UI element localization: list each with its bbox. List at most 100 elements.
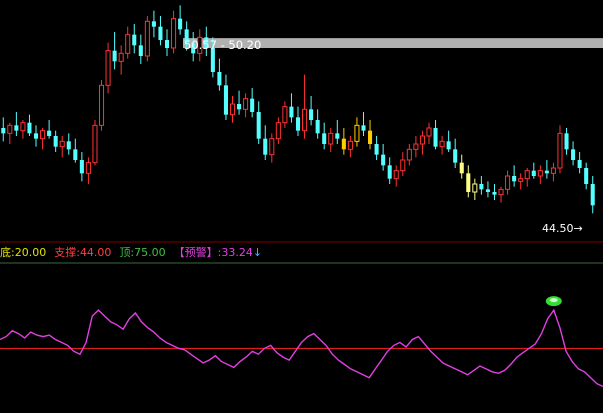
candle-body <box>217 72 222 86</box>
candle-body <box>335 133 340 139</box>
candle-body <box>53 136 58 147</box>
candle-body <box>400 159 406 172</box>
candle-body <box>295 117 301 131</box>
candle-body <box>105 50 111 86</box>
legend-bottom: 底: 20.00 <box>0 245 46 260</box>
legend-support-value: 44.00 <box>79 246 112 259</box>
candle-body <box>1 128 6 134</box>
chart-background <box>0 0 603 413</box>
candle-body <box>178 18 183 30</box>
candle-body <box>413 143 419 150</box>
candle-body <box>419 135 425 145</box>
legend-warning-value: 33.24 <box>221 246 253 259</box>
candle-body <box>387 165 392 179</box>
legend-top-value: 75.00 <box>134 246 166 259</box>
indicator-legend-bar: 底: 20.00 支撑: 44.00 顶: 75.00 【预警】: 33.24 ↓ <box>0 245 262 260</box>
candle-body <box>14 125 19 131</box>
candle-body <box>550 167 556 174</box>
candle-body <box>27 122 32 134</box>
candle-body <box>151 21 156 27</box>
candle-body <box>485 189 490 192</box>
candle-body <box>98 84 105 126</box>
candle-body <box>275 122 281 140</box>
candle-body <box>518 178 524 182</box>
chart-stage: 50.57 - 50.20 44.50→ 底: 20.00 支撑: 44.00 顶:… <box>0 0 603 413</box>
candle-body <box>584 168 589 184</box>
candle-body <box>315 120 320 134</box>
candle-body <box>498 188 504 196</box>
candle-body <box>92 124 98 164</box>
candle-body <box>132 34 137 46</box>
candle-body <box>33 133 39 139</box>
last-price-arrow-glyph: → <box>573 222 583 235</box>
candle-body <box>40 130 46 140</box>
candle-body <box>374 144 379 155</box>
candle-body <box>7 124 13 134</box>
candle-body <box>564 133 569 150</box>
legend-down-arrow-icon: ↓ <box>252 246 263 259</box>
candle-body <box>466 173 471 192</box>
candle-body <box>472 183 478 193</box>
candle-body <box>406 148 412 161</box>
legend-warning-label: 【预警】: <box>173 246 222 259</box>
candle-body <box>112 50 117 62</box>
candle-body <box>577 160 582 168</box>
candle-body <box>354 124 360 142</box>
candle-body <box>158 26 163 40</box>
candle-body <box>59 140 65 148</box>
candle-body <box>289 106 294 118</box>
candle-body <box>453 149 458 163</box>
candle-body <box>309 109 314 120</box>
price-range-label: 50.57 - 50.20 <box>184 38 262 52</box>
candle-body <box>237 104 242 110</box>
candle-body <box>282 106 288 124</box>
candle-body <box>557 132 563 169</box>
candle-body <box>144 20 150 57</box>
candle-body <box>531 170 536 176</box>
candle-body <box>328 132 334 145</box>
candle-body <box>138 45 143 56</box>
candle-body <box>171 18 177 49</box>
candle-body <box>20 122 26 132</box>
candle-body <box>223 85 228 115</box>
candle-body <box>512 176 517 182</box>
candle-body <box>361 125 366 131</box>
candle-body <box>492 192 497 195</box>
candle-body <box>446 141 451 150</box>
legend-support-label: 支撑: <box>54 246 80 259</box>
candle-body <box>505 175 511 190</box>
chart-canvas <box>0 0 603 413</box>
candle-body <box>47 130 52 136</box>
candle-body <box>73 149 78 160</box>
candle-body <box>164 40 170 48</box>
candle-body <box>125 34 131 54</box>
candle-body <box>79 160 84 174</box>
last-price-label: 44.50→ <box>542 222 583 235</box>
candle-body <box>347 140 353 150</box>
candle-body <box>85 162 91 174</box>
legend-support: 支撑: 44.00 <box>54 245 111 260</box>
candle-body <box>341 138 346 150</box>
candle-body <box>433 128 438 147</box>
candle-body <box>302 108 308 132</box>
candle-body <box>381 154 386 166</box>
legend-bottom-label: 底: <box>0 246 15 259</box>
candle-body <box>66 141 71 150</box>
candle-body <box>250 98 255 112</box>
candle-body <box>459 162 464 174</box>
candle-body <box>256 112 261 139</box>
candle-body <box>263 138 268 155</box>
candle-body <box>269 138 275 156</box>
legend-top-label: 顶: <box>119 246 135 259</box>
candle-body <box>322 133 327 144</box>
legend-warning: 【预警】: 33.24 ↓ <box>174 245 262 260</box>
candle-body <box>243 98 249 110</box>
candle-body <box>571 149 576 160</box>
legend-bottom-value: 20.00 <box>14 246 47 259</box>
candle-body <box>393 170 399 180</box>
last-price-value: 44.50 <box>542 222 574 235</box>
candle-body <box>118 52 124 62</box>
candle-body <box>229 103 236 116</box>
legend-top: 顶: 75.00 <box>119 245 165 260</box>
candle-body <box>479 184 484 190</box>
